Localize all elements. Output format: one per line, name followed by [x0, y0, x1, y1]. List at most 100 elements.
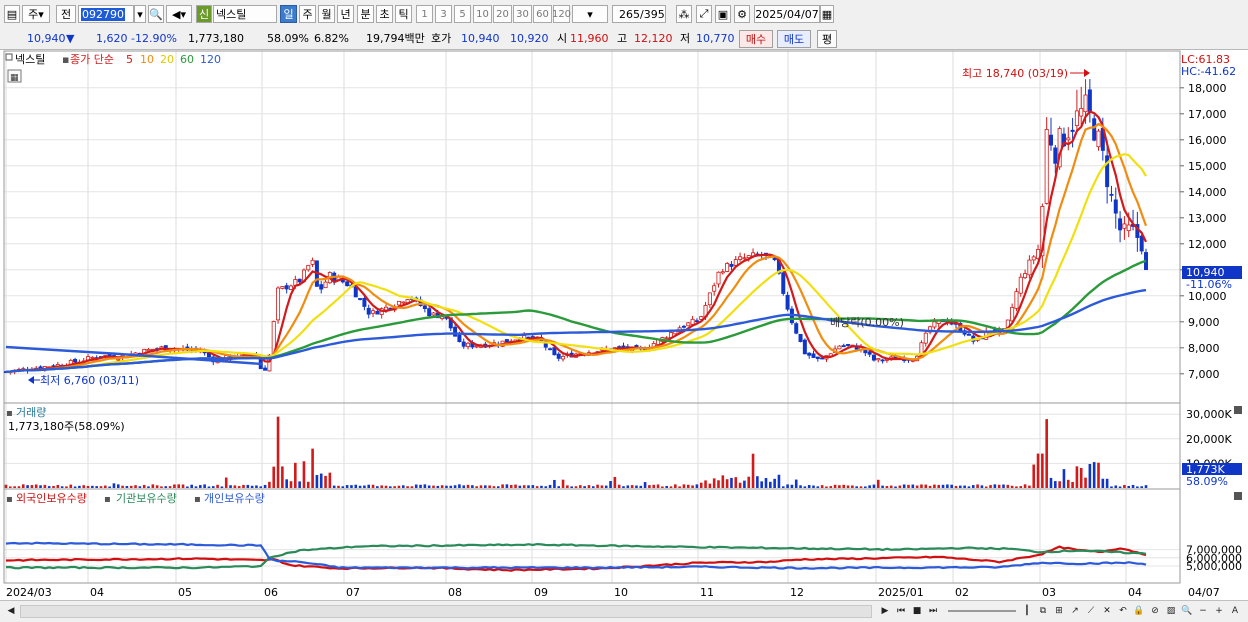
rewind-icon[interactable]: ⏮: [894, 603, 908, 618]
table-grid-glyph: ▦: [10, 73, 19, 83]
tab-tick[interactable]: 틱: [395, 5, 412, 23]
num-tab-1[interactable]: 1: [416, 5, 433, 23]
zoom-slider[interactable]: [948, 610, 1016, 612]
ma5-label: 5: [126, 53, 133, 66]
dividend-annotation: 배당락(0.00%): [830, 316, 904, 329]
low-annotation: 최저 6,760 (03/11): [40, 374, 139, 387]
tab-year[interactable]: 년: [337, 5, 354, 23]
num-tab-5[interactable]: 5: [454, 5, 471, 23]
volume-title: 거래량: [16, 406, 46, 419]
sound-icon[interactable]: ◀▾: [166, 5, 192, 23]
prev-button[interactable]: 전: [56, 5, 76, 23]
stock-name-field[interactable]: 넥스틸: [213, 5, 277, 23]
candle-type-icon[interactable]: ┃: [1020, 603, 1034, 618]
trend-icon[interactable]: ↗: [1068, 603, 1082, 618]
low-price: 10,770: [696, 32, 735, 45]
holdings-legend-dot-icon: ▪: [6, 494, 13, 505]
ma10-label: 10: [140, 53, 154, 66]
x-tick-label: 02: [955, 586, 969, 599]
grid-icon[interactable]: ⁂: [676, 5, 692, 23]
num-tab-10[interactable]: 10: [473, 5, 492, 23]
period-type-select[interactable]: 주 ▾: [22, 5, 50, 23]
chart-toolbar: ▤ 주 ▾ 전 092790 ▾ 🔍 ◀▾ 신 넥스틸 일 주 월 년 분 초 틱…: [0, 0, 1248, 29]
volume-close-icon[interactable]: [1234, 406, 1242, 414]
current-pct-tag: -11.06%: [1186, 278, 1232, 291]
ma-label: 종가 단순: [70, 53, 114, 66]
ask-price: 10,940: [461, 32, 500, 45]
stock-chart[interactable]: 넥스틸 ▪ 종가 단순 5 10 20 60 120 ▦ LC:61.83 HC…: [0, 50, 1248, 600]
zoom-icon[interactable]: 🔍: [1180, 603, 1194, 618]
image-icon[interactable]: ▨: [1164, 603, 1178, 618]
open-price: 11,960: [570, 32, 609, 45]
save-icon[interactable]: ▣: [715, 5, 731, 23]
num-tab-3[interactable]: 3: [435, 5, 452, 23]
x-end-label: 04/07: [1188, 586, 1220, 599]
num-tab-60[interactable]: 60: [533, 5, 552, 23]
x-tick-label: 12: [790, 586, 804, 599]
date-field[interactable]: 2025/04/07: [754, 5, 820, 23]
price-tick-label: 18,000: [1188, 82, 1227, 95]
quote-bar: 10,940 ▼ 1,620 -12.90% 1,773,180 58.09% …: [0, 28, 1248, 50]
num-tab-120[interactable]: 120: [552, 5, 571, 23]
holdings-tick-label: 5,000,000: [1186, 560, 1242, 573]
calendar-icon[interactable]: ▦: [820, 5, 834, 23]
zoom-out-icon[interactable]: −: [1196, 603, 1210, 618]
current-price: 10,940: [27, 32, 66, 45]
high-label: 고: [617, 32, 628, 45]
scroll-track[interactable]: [20, 605, 872, 618]
volume-tick-label: 20,000K: [1186, 433, 1232, 446]
indiv-legend-dot-icon: ▪: [194, 494, 201, 505]
open-label: 시: [557, 32, 568, 45]
holdings-close-icon[interactable]: [1234, 492, 1242, 500]
volume-value: 1,773,180: [188, 32, 244, 45]
price-change: 1,620: [96, 32, 128, 45]
font-size-icon[interactable]: A: [1228, 603, 1242, 618]
tab-minute[interactable]: 분: [357, 5, 374, 23]
trade-amount: 19,794백만: [366, 32, 425, 45]
price-tick-label: 17,000: [1188, 108, 1227, 121]
tab-second[interactable]: 초: [376, 5, 393, 23]
sell-button[interactable]: 매도: [777, 30, 811, 48]
line-tool-icon[interactable]: ⟋: [1084, 603, 1098, 618]
tab-month[interactable]: 월: [318, 5, 335, 23]
code-dropdown-icon[interactable]: ▾: [134, 5, 146, 23]
chart-settings-icon[interactable]: ▤: [4, 5, 20, 23]
hoga-label: 호가: [431, 32, 452, 45]
buy-button[interactable]: 매수: [739, 30, 773, 48]
tab-day[interactable]: 일: [280, 5, 297, 23]
price-tick-label: 9,000: [1188, 316, 1220, 329]
fast-forward-icon[interactable]: ⏭: [926, 603, 940, 618]
interval-select[interactable]: ▾: [572, 5, 608, 23]
stock-code-input[interactable]: 092790: [78, 5, 134, 23]
draw-icon[interactable]: ⤢: [696, 5, 712, 23]
individual-legend: 개인보유수량: [204, 492, 265, 505]
stock-label: 넥스틸: [15, 53, 45, 66]
num-tab-30[interactable]: 30: [513, 5, 532, 23]
price-tick-label: 13,000: [1188, 212, 1227, 225]
gear-icon[interactable]: ⚙: [734, 5, 750, 23]
tab-week[interactable]: 주: [299, 5, 316, 23]
chart-scrollbar[interactable]: ◀ ▶ ⏮ ■ ⏭ ┃ ⧉ ⊞ ↗ ⟋ ✕ ↶ 🔒 ⊘ ▨ 🔍 − + A: [0, 600, 1248, 622]
search-icon[interactable]: 🔍: [148, 5, 164, 23]
price-tick-label: 14,000: [1188, 186, 1227, 199]
scroll-right-icon[interactable]: ▶: [878, 603, 892, 618]
scroll-left-icon[interactable]: ◀: [4, 603, 18, 618]
zoom-in-icon[interactable]: +: [1212, 603, 1226, 618]
price-tick-label: 7,000: [1188, 368, 1220, 381]
low-label: 저: [680, 32, 691, 45]
eval-button[interactable]: 평: [817, 30, 837, 48]
compare-icon[interactable]: ⧉: [1036, 603, 1050, 618]
volume-legend-dot-icon: ▪: [6, 408, 13, 419]
num-tab-20[interactable]: 20: [493, 5, 512, 23]
lock-icon[interactable]: 🔒: [1132, 603, 1146, 618]
period-type-value: 주: [28, 8, 39, 21]
count-field[interactable]: 265/395: [612, 5, 666, 23]
undo-icon[interactable]: ↶: [1116, 603, 1130, 618]
stop-icon[interactable]: ■: [910, 603, 924, 618]
price-tick-label: 8,000: [1188, 342, 1220, 355]
price-tick-label: 15,000: [1188, 160, 1227, 173]
volume-tick-label: 30,000K: [1186, 408, 1232, 421]
link-icon[interactable]: ⊘: [1148, 603, 1162, 618]
cross-icon[interactable]: ✕: [1100, 603, 1114, 618]
overlay-icon[interactable]: ⊞: [1052, 603, 1066, 618]
